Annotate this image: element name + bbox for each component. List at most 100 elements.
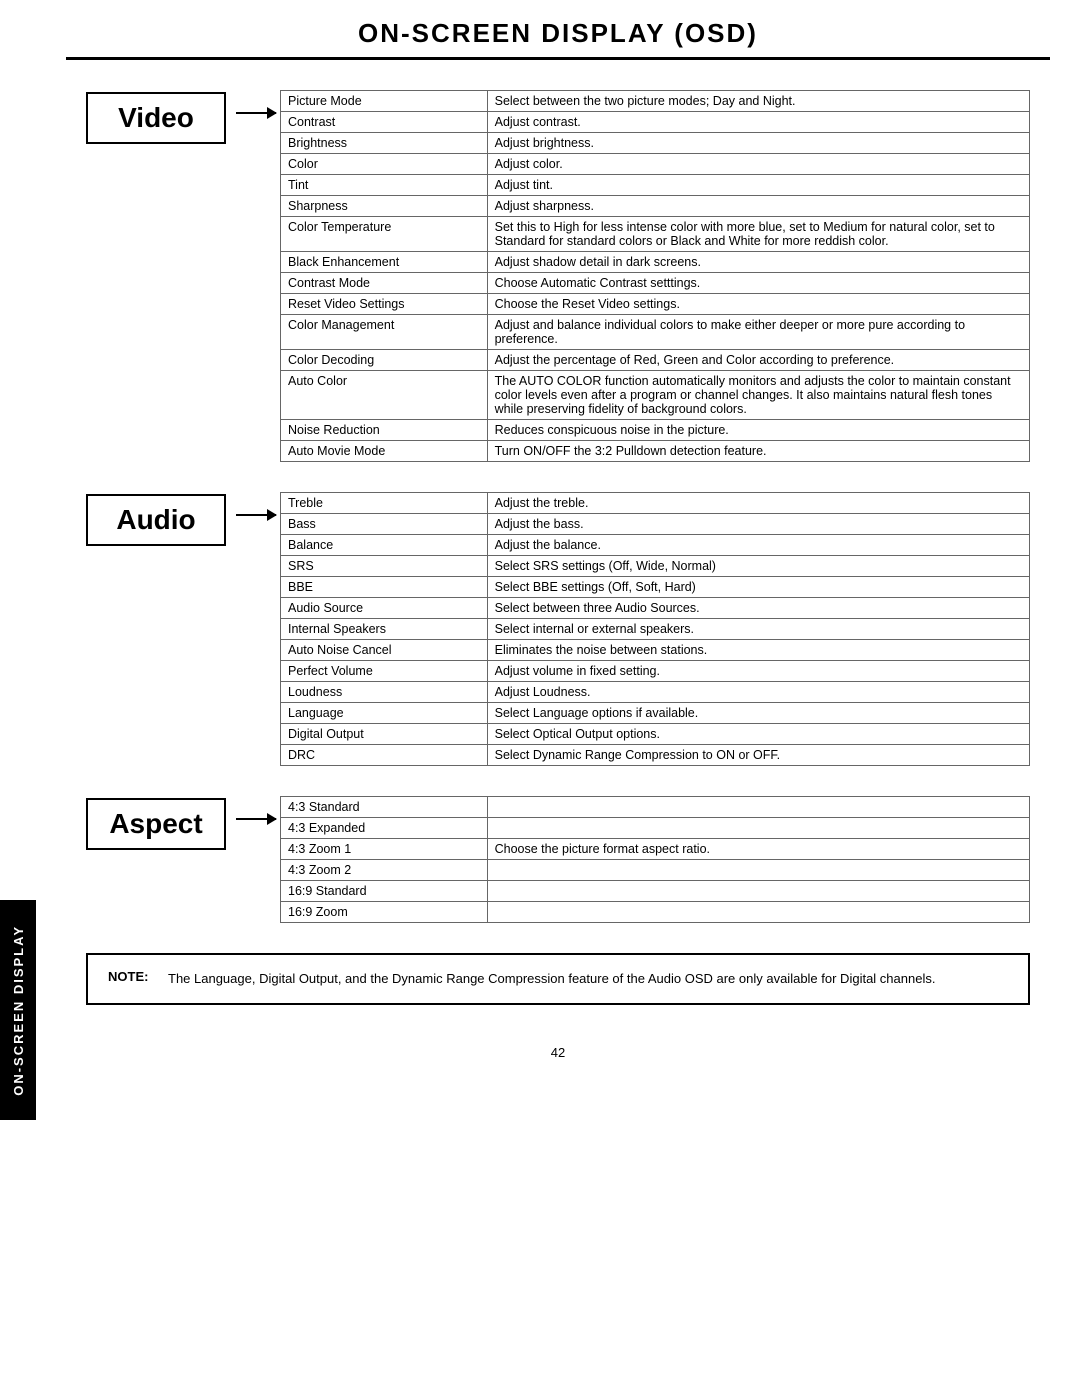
setting-name: Reset Video Settings	[281, 294, 488, 315]
table-row: ColorAdjust color.	[281, 154, 1030, 175]
setting-description: Reduces conspicuous noise in the picture…	[487, 420, 1029, 441]
page-header: ON-SCREEN DISPLAY (OSD)	[66, 0, 1050, 60]
setting-description: Select Language options if available.	[487, 703, 1029, 724]
table-row: 4:3 Zoom 2	[281, 860, 1030, 881]
setting-description: Adjust the balance.	[487, 535, 1029, 556]
setting-name: Sharpness	[281, 196, 488, 217]
audio-label: Audio	[86, 494, 226, 546]
setting-name: Treble	[281, 493, 488, 514]
setting-name: Color Decoding	[281, 350, 488, 371]
table-row: Digital OutputSelect Optical Output opti…	[281, 724, 1030, 745]
setting-description: Adjust and balance individual colors to …	[487, 315, 1029, 350]
table-row: Auto Movie ModeTurn ON/OFF the 3:2 Pulld…	[281, 441, 1030, 462]
setting-name: Bass	[281, 514, 488, 535]
audio-arrow	[236, 492, 276, 516]
setting-description: Adjust contrast.	[487, 112, 1029, 133]
setting-name: 16:9 Standard	[281, 881, 488, 902]
table-row: 16:9 Zoom	[281, 902, 1030, 923]
table-row: SRSSelect SRS settings (Off, Wide, Norma…	[281, 556, 1030, 577]
setting-name: 16:9 Zoom	[281, 902, 488, 923]
aspect-label: Aspect	[86, 798, 226, 850]
setting-name: Audio Source	[281, 598, 488, 619]
video-table: Picture ModeSelect between the two pictu…	[280, 90, 1030, 462]
section-aspect: Aspect 4:3 Standard4:3 Expanded4:3 Zoom 1…	[86, 796, 1030, 923]
setting-description: Choose the Reset Video settings.	[487, 294, 1029, 315]
setting-name: Loudness	[281, 682, 488, 703]
setting-name: Noise Reduction	[281, 420, 488, 441]
setting-name: BBE	[281, 577, 488, 598]
section-audio: AudioTrebleAdjust the treble.BassAdjust …	[86, 492, 1030, 766]
setting-name: DRC	[281, 745, 488, 766]
setting-description	[487, 797, 1029, 818]
setting-description: Adjust shadow detail in dark screens.	[487, 252, 1029, 273]
table-row: Auto Noise CancelEliminates the noise be…	[281, 640, 1030, 661]
setting-name: Balance	[281, 535, 488, 556]
setting-name: 4:3 Expanded	[281, 818, 488, 839]
setting-name: Picture Mode	[281, 91, 488, 112]
setting-name: Tint	[281, 175, 488, 196]
setting-description: Adjust color.	[487, 154, 1029, 175]
table-row: TrebleAdjust the treble.	[281, 493, 1030, 514]
note-label: NOTE:	[108, 969, 158, 984]
table-row: Auto ColorThe AUTO COLOR function automa…	[281, 371, 1030, 420]
table-row: 4:3 Expanded	[281, 818, 1030, 839]
setting-name: SRS	[281, 556, 488, 577]
setting-name: Contrast Mode	[281, 273, 488, 294]
setting-description: Adjust tint.	[487, 175, 1029, 196]
setting-description: Select Optical Output options.	[487, 724, 1029, 745]
setting-description: Select between three Audio Sources.	[487, 598, 1029, 619]
table-row: 4:3 Standard	[281, 797, 1030, 818]
aspect-table: 4:3 Standard4:3 Expanded4:3 Zoom 1Choose…	[280, 796, 1030, 923]
table-row: LanguageSelect Language options if avail…	[281, 703, 1030, 724]
setting-description: Choose the picture format aspect ratio.	[487, 839, 1029, 860]
arrow-line	[236, 112, 276, 114]
aspect-arrow	[236, 796, 276, 820]
table-row: Reset Video SettingsChoose the Reset Vid…	[281, 294, 1030, 315]
note-text: The Language, Digital Output, and the Dy…	[168, 969, 935, 989]
setting-description: Select between the two picture modes; Da…	[487, 91, 1029, 112]
setting-name: Auto Noise Cancel	[281, 640, 488, 661]
main-content: Video Picture ModeSelect between the two …	[66, 80, 1050, 1080]
setting-description: Adjust volume in fixed setting.	[487, 661, 1029, 682]
setting-name: Contrast	[281, 112, 488, 133]
table-row: DRCSelect Dynamic Range Compression to O…	[281, 745, 1030, 766]
video-arrow	[236, 90, 276, 114]
setting-description: The AUTO COLOR function automatically mo…	[487, 371, 1029, 420]
page-title: ON-SCREEN DISPLAY (OSD)	[66, 18, 1050, 49]
setting-name: Color Management	[281, 315, 488, 350]
setting-name: Language	[281, 703, 488, 724]
table-row: ContrastAdjust contrast.	[281, 112, 1030, 133]
table-row: BassAdjust the bass.	[281, 514, 1030, 535]
table-row: Picture ModeSelect between the two pictu…	[281, 91, 1030, 112]
table-row: Color DecodingAdjust the percentage of R…	[281, 350, 1030, 371]
setting-name: Color Temperature	[281, 217, 488, 252]
setting-name: Brightness	[281, 133, 488, 154]
setting-description: Select Dynamic Range Compression to ON o…	[487, 745, 1029, 766]
setting-description: Eliminates the noise between stations.	[487, 640, 1029, 661]
table-row: Audio SourceSelect between three Audio S…	[281, 598, 1030, 619]
page-number: 42	[86, 1025, 1030, 1070]
table-row: 16:9 Standard	[281, 881, 1030, 902]
table-row: LoudnessAdjust Loudness.	[281, 682, 1030, 703]
setting-description: Adjust the treble.	[487, 493, 1029, 514]
setting-name: 4:3 Zoom 2	[281, 860, 488, 881]
video-label: Video	[86, 92, 226, 144]
section-video: Video Picture ModeSelect between the two …	[86, 90, 1030, 462]
setting-name: Perfect Volume	[281, 661, 488, 682]
table-row: Internal SpeakersSelect internal or exte…	[281, 619, 1030, 640]
sections-container: Video Picture ModeSelect between the two …	[86, 90, 1030, 923]
setting-description: Adjust Loudness.	[487, 682, 1029, 703]
setting-name: 4:3 Zoom 1	[281, 839, 488, 860]
table-row: Color TemperatureSet this to High for le…	[281, 217, 1030, 252]
audio-table: TrebleAdjust the treble.BassAdjust the b…	[280, 492, 1030, 766]
table-row: Noise ReductionReduces conspicuous noise…	[281, 420, 1030, 441]
setting-description: Adjust the percentage of Red, Green and …	[487, 350, 1029, 371]
setting-name: Internal Speakers	[281, 619, 488, 640]
setting-name: Digital Output	[281, 724, 488, 745]
setting-description: Adjust brightness.	[487, 133, 1029, 154]
setting-description: Select BBE settings (Off, Soft, Hard)	[487, 577, 1029, 598]
setting-name: 4:3 Standard	[281, 797, 488, 818]
table-row: Contrast ModeChoose Automatic Contrast s…	[281, 273, 1030, 294]
setting-description: Adjust the bass.	[487, 514, 1029, 535]
table-row: BBESelect BBE settings (Off, Soft, Hard)	[281, 577, 1030, 598]
